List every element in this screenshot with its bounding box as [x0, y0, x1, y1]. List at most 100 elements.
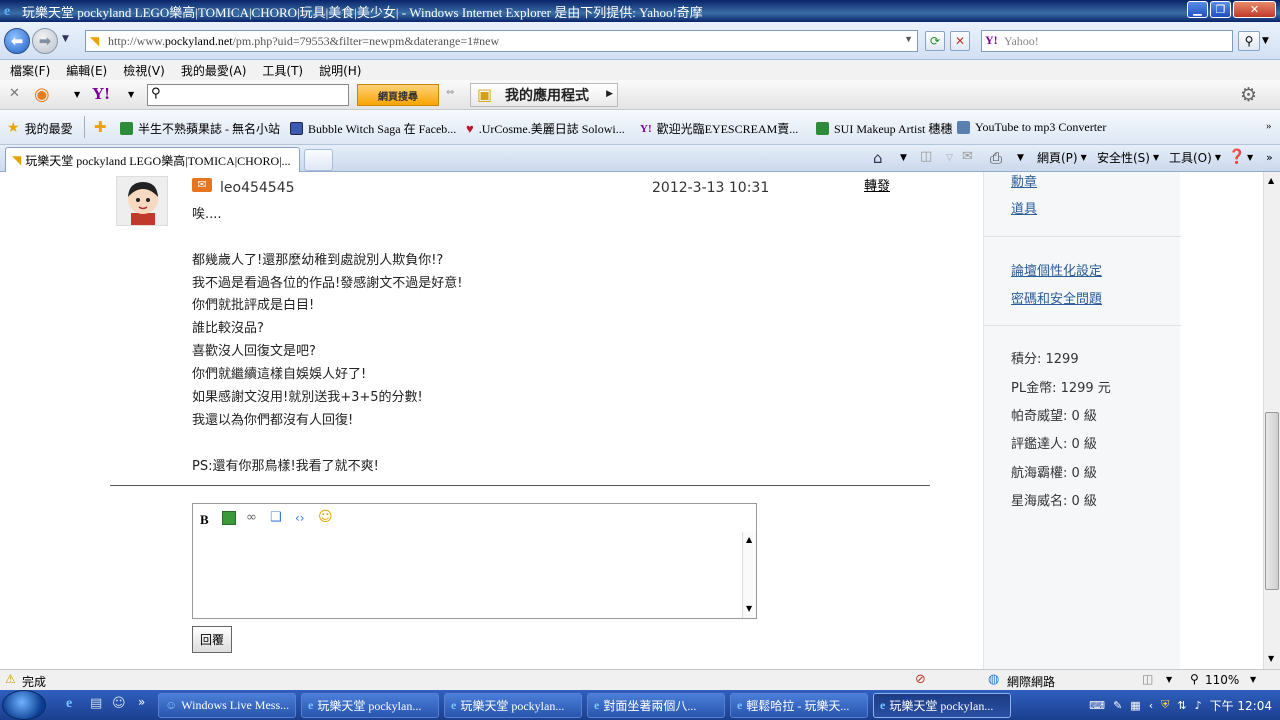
bold-icon[interactable]: B [200, 512, 209, 528]
history-dropdown-icon[interactable]: ▼ [62, 34, 69, 44]
close-toolbar-icon[interactable]: ✕ [9, 86, 20, 101]
search-options-icon[interactable]: ▼ [1262, 36, 1269, 46]
tray-pen-icon[interactable]: ✎ [1113, 699, 1122, 712]
quote-icon[interactable]: ❑ [270, 510, 282, 525]
fav-link-2[interactable]: Bubble Witch Saga 在 Faceb... [290, 120, 456, 137]
fav-link-6[interactable]: YouTube to mp3 Converter [957, 120, 1106, 135]
search-go-icon[interactable]: ⚲ [1238, 31, 1260, 51]
task-button[interactable]: e 輕鬆哈拉 - 玩樂天... [730, 693, 868, 718]
tab-active[interactable]: ◥ 玩樂天堂 pockyland LEGO樂高|TOMICA|CHORO|... [5, 147, 300, 172]
menu-view[interactable]: 檢視(V) [123, 62, 165, 79]
reply-editor[interactable]: B ∞ ❑ ‹› ☺ ▲ ▼ [192, 503, 757, 619]
link-icon[interactable]: ∞ [246, 510, 257, 525]
back-button[interactable]: ⬅ [4, 28, 30, 54]
task-button-active[interactable]: e 玩樂天堂 pockylan... [873, 693, 1011, 718]
page-menu-button[interactable]: 網頁(P) ▼ [1037, 149, 1087, 166]
scroll-down-icon[interactable]: ▼ [746, 604, 752, 613]
page-scroll-thumb[interactable] [1265, 412, 1279, 590]
popup-blocker-icon[interactable]: ⊘ [915, 672, 926, 687]
help-dropdown-icon[interactable]: ▼ [1247, 153, 1253, 162]
tray-volume-icon[interactable]: ♪ [1195, 699, 1202, 712]
protected-dropdown-icon[interactable]: ▼ [1166, 675, 1172, 684]
home-icon[interactable]: ⌂ [873, 149, 883, 167]
toolbar-search-input[interactable]: ⚲ [147, 84, 349, 106]
tray-expand-icon[interactable]: ‹ [1149, 699, 1153, 712]
reply-button[interactable]: 回覆 [192, 626, 232, 653]
smiley-icon[interactable]: ☺ [318, 509, 333, 525]
new-tab-button[interactable] [304, 149, 333, 171]
help-icon[interactable]: ❓ [1228, 149, 1245, 165]
menu-favorites[interactable]: 我的最愛(A) [181, 62, 247, 79]
zoom-level[interactable]: 110% [1205, 673, 1239, 687]
toolbar-resize-icon[interactable]: ⇔ [446, 87, 454, 98]
search-input[interactable]: Y! Yahoo! [981, 30, 1233, 52]
fav-link-5[interactable]: SUI Makeup Artist 穗穗 [816, 120, 952, 137]
tray-language-icon[interactable]: ▦ [1130, 699, 1140, 712]
fav-link-4[interactable]: Y! 歡迎光臨EYESCREAM賣... [640, 120, 798, 137]
sidebar-link-items[interactable]: 道具 [1011, 198, 1037, 217]
tray-keyboard-icon[interactable]: ⌨ [1089, 699, 1105, 712]
page-scroll-up-icon[interactable]: ▲ [1268, 176, 1274, 185]
scroll-up-icon[interactable]: ▲ [746, 535, 752, 544]
yahoo-dropdown-icon[interactable]: ▼ [128, 90, 134, 99]
sidebar-link-password[interactable]: 密碼和安全問題 [1011, 288, 1102, 307]
editor-scrollbar[interactable]: ▲ ▼ [742, 532, 756, 618]
sidebar-link-forum-settings[interactable]: 論壇個性化設定 [1011, 260, 1102, 279]
gear-icon[interactable]: ⚙ [1240, 84, 1257, 106]
close-button[interactable]: ✕ [1233, 1, 1276, 18]
task-button[interactable]: e 玩樂天堂 pockylan... [444, 693, 582, 718]
message-author[interactable]: leo454545 [220, 180, 295, 196]
maximize-button[interactable]: ❐ [1210, 1, 1231, 18]
eye-icon[interactable]: ◉ [34, 84, 50, 105]
protected-mode-icon[interactable]: ◫ [1142, 672, 1153, 686]
fav-link-1[interactable]: 半生不熟蘋果誌 - 無名小站 [120, 120, 280, 137]
url-input[interactable]: ◥ http://www. pockyland.net/pm.php?uid=79… [85, 30, 918, 52]
refresh-icon[interactable]: ⟳ [925, 31, 945, 51]
menu-help[interactable]: 說明(H) [319, 62, 361, 79]
menu-tools[interactable]: 工具(T) [262, 62, 303, 79]
task-button[interactable]: e 玩樂天堂 pockylan... [301, 693, 439, 718]
page-scroll-down-icon[interactable]: ▼ [1268, 654, 1274, 663]
favorites-overflow-icon[interactable]: » [1266, 120, 1272, 132]
safety-menu-button[interactable]: 安全性(S) ▼ [1097, 149, 1159, 166]
url-dropdown-icon[interactable]: ▼ [904, 34, 913, 44]
page-scrollbar[interactable]: ▲ ▼ [1263, 172, 1280, 669]
quicklaunch-desktop-icon[interactable]: ▤ [90, 696, 102, 711]
start-button[interactable] [2, 690, 46, 720]
clock[interactable]: 下午 12:04 [1210, 697, 1272, 714]
quicklaunch-overflow-icon[interactable]: » [138, 695, 145, 709]
quicklaunch-messenger-icon[interactable]: ☺ [112, 696, 126, 711]
my-apps-button[interactable]: ▣ 我的應用程式 ▶ [470, 83, 618, 107]
image-icon[interactable] [222, 511, 236, 525]
web-search-button[interactable]: 網頁搜尋 [357, 84, 439, 106]
code-icon[interactable]: ‹› [295, 511, 305, 525]
tools-menu-button[interactable]: 工具(O) ▼ [1169, 149, 1221, 166]
menu-file[interactable]: 檔案(F) [10, 62, 50, 79]
sidebar-link-medals[interactable]: 勳章 [1011, 172, 1037, 190]
minimize-button[interactable]: ▁ [1187, 1, 1208, 18]
zoom-dropdown-icon[interactable]: ▼ [1250, 675, 1256, 684]
mail-icon[interactable]: ✉ [962, 149, 973, 164]
zoom-icon[interactable]: ⚲ [1190, 672, 1199, 686]
feeds-dropdown-icon[interactable]: ▽ [946, 153, 953, 163]
menu-edit[interactable]: 編輯(E) [66, 62, 107, 79]
tray-network-icon[interactable]: ⇅ [1177, 699, 1186, 712]
task-button[interactable]: e 對面坐著兩個八... [587, 693, 725, 718]
commands-overflow-icon[interactable]: » [1266, 151, 1273, 164]
add-favorite-icon[interactable]: ✚ [94, 118, 107, 137]
print-dropdown-icon[interactable]: ▼ [1017, 153, 1024, 163]
stop-icon[interactable]: ✕ [950, 31, 970, 51]
quicklaunch-ie-icon[interactable]: e [66, 696, 72, 712]
feeds-icon[interactable]: ◫ [920, 149, 932, 164]
yahoo-logo-icon[interactable]: Y! [92, 84, 110, 104]
eye-dropdown-icon[interactable]: ▼ [74, 90, 80, 99]
print-icon[interactable]: ⎙ [990, 149, 1002, 167]
avatar[interactable] [116, 176, 168, 226]
forward-link[interactable]: 轉發 [864, 175, 890, 194]
fav-link-3[interactable]: ♥ .UrCosme.美麗日誌 Solowi... [466, 120, 625, 137]
forward-button[interactable]: ➡ [32, 28, 58, 54]
home-dropdown-icon[interactable]: ▼ [900, 153, 907, 163]
tray-security-icon[interactable]: ⛨ [1161, 698, 1169, 712]
favorites-center-button[interactable]: ★ 我的最愛 [7, 120, 73, 137]
task-button[interactable]: ☺ Windows Live Mess... [158, 693, 296, 718]
